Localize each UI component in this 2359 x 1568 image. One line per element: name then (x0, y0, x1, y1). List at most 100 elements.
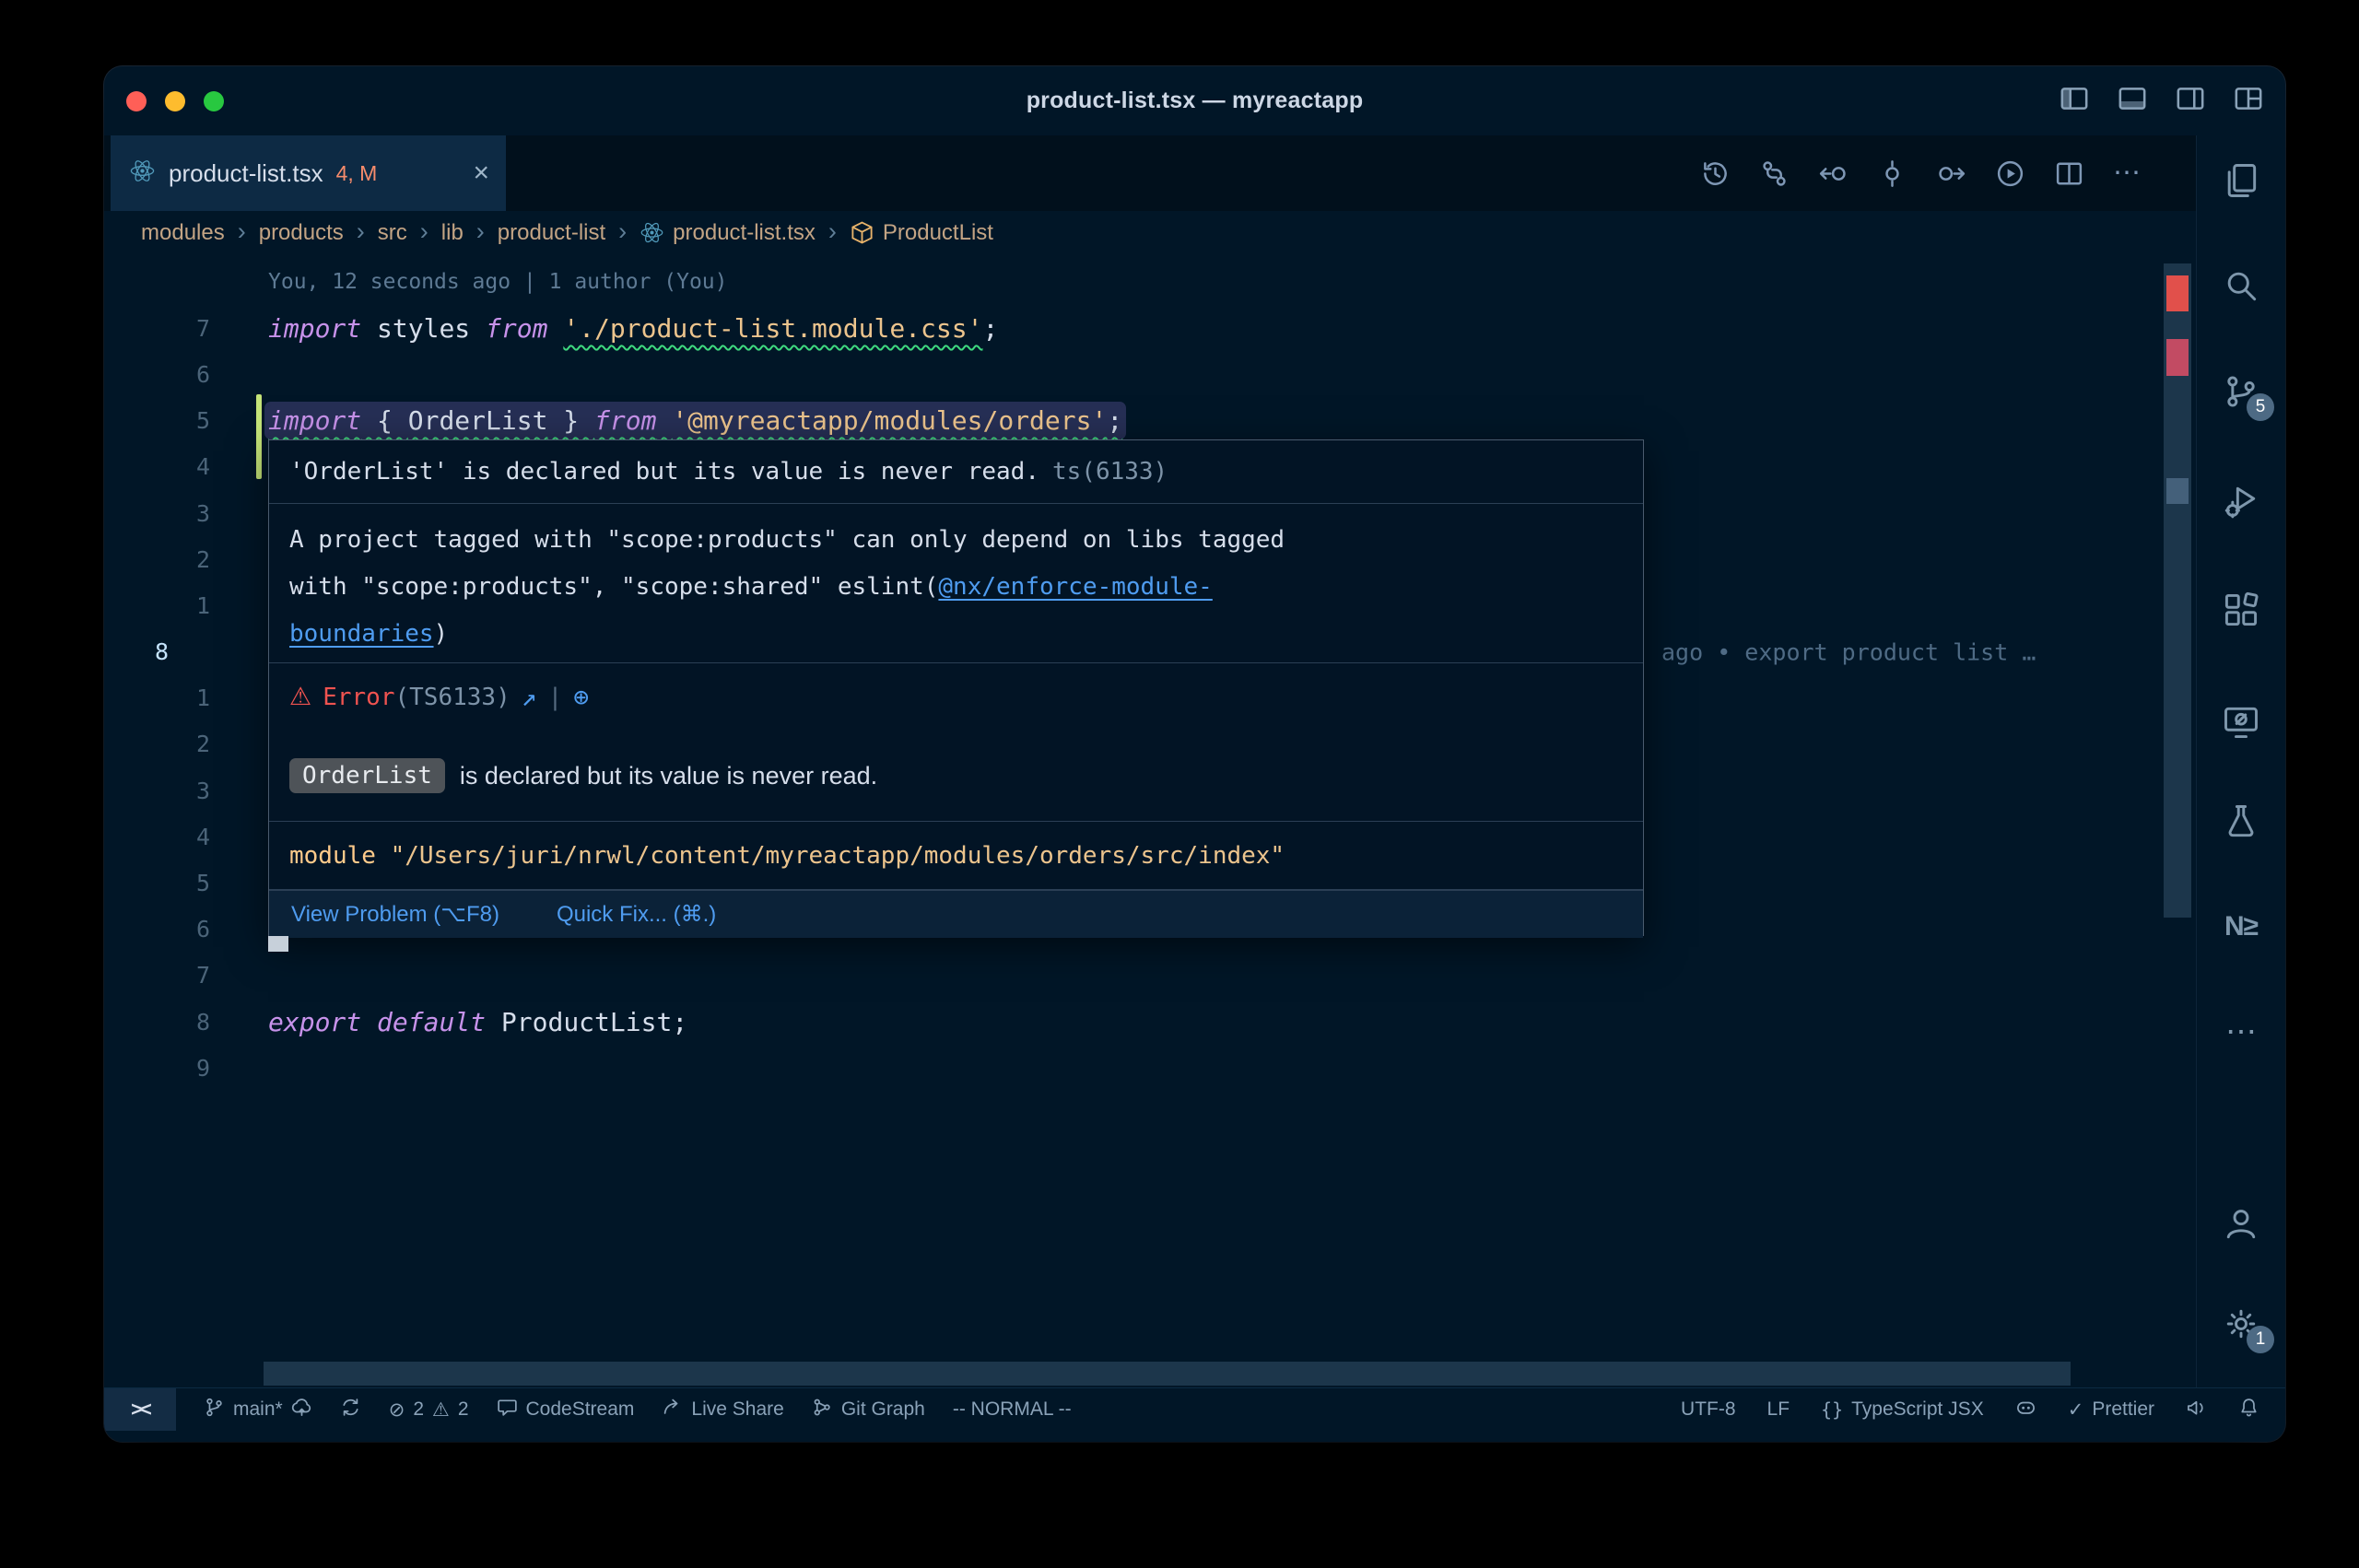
open-previous-change-icon[interactable] (1818, 158, 1848, 189)
notifications-item[interactable] (2238, 1397, 2259, 1423)
run-file-icon[interactable] (1995, 158, 2025, 189)
hover-tooltip: 'OrderList' is declared but its value is… (268, 439, 1644, 936)
eslint-rule-link[interactable]: boundaries (289, 620, 434, 648)
check-icon: ✓ (2068, 1398, 2084, 1421)
additional-views-icon[interactable]: ⋯ (2197, 995, 2285, 1069)
settings-gear-icon[interactable]: 1 (2197, 1287, 2285, 1361)
breadcrumb-item-product-list[interactable]: product-list (498, 220, 605, 246)
customize-layout-icon[interactable] (2233, 83, 2264, 119)
globe-icon[interactable]: ⊕ (573, 682, 589, 712)
split-editor-icon[interactable] (2054, 158, 2084, 189)
git-compare-icon[interactable] (1759, 158, 1790, 189)
language-mode-item[interactable]: {} TypeScript JSX (1821, 1398, 1984, 1421)
breadcrumb-separator: › (238, 217, 246, 246)
explorer-icon[interactable] (2197, 144, 2285, 217)
live-share-item[interactable]: Live Share (662, 1397, 783, 1423)
encoding-item[interactable]: UTF-8 (1681, 1398, 1736, 1421)
open-changes-icon[interactable] (1877, 158, 1907, 189)
view-problem-link[interactable]: View Problem (⌥F8) (291, 901, 499, 928)
module-path: "/Users/juri/nrwl/content/myreactapp/mod… (376, 842, 1285, 870)
code-row[interactable]: 6 (104, 351, 2196, 397)
search-icon[interactable] (2197, 249, 2285, 322)
settings-badge: 1 (2247, 1326, 2274, 1353)
toggle-panel-icon[interactable] (2117, 83, 2148, 119)
git-graph-item[interactable]: Git Graph (812, 1397, 925, 1423)
titlebar: product-list.tsx — myreactapp (104, 66, 2285, 135)
hover-resize-grip[interactable] (268, 936, 288, 952)
nx-console-icon[interactable]: N≥ (2197, 890, 2285, 964)
problems-item[interactable]: ⊘ 2 ⚠ 2 (389, 1398, 469, 1421)
tab-product-list[interactable]: product-list.tsx 4, M × (111, 135, 506, 211)
eslint-rule-link[interactable]: @nx/enforce-module- (938, 573, 1212, 601)
codestream-item[interactable]: CodeStream (497, 1397, 635, 1423)
symbol-chip: OrderList (289, 758, 445, 793)
window-body: product-list.tsx 4, M × (104, 135, 2285, 1387)
line-number: 1 (104, 685, 210, 711)
vim-mode-indicator[interactable]: -- NORMAL -- (953, 1398, 1072, 1421)
code-row[interactable]: 7 (104, 953, 2196, 999)
external-link-icon[interactable]: ↗ (522, 682, 537, 712)
line-number: 9 (104, 1055, 210, 1082)
module-keyword: module (289, 842, 376, 870)
symbol-cube-icon (850, 220, 874, 245)
blame-annotation-row[interactable]: You, 12 seconds ago | 1 author (You) (104, 259, 2196, 305)
prettier-item[interactable]: ✓ Prettier (2068, 1398, 2154, 1421)
breadcrumb-item-file[interactable]: product-list.tsx (640, 220, 816, 246)
activity-bar: 5 N≥ ⋯ (2196, 135, 2285, 1387)
errors-count: 2 (413, 1398, 424, 1421)
line-number: 5 (104, 870, 210, 896)
breadcrumb-item-src[interactable]: src (378, 220, 407, 246)
code-text: import { OrderList } from '@myreactapp/m… (268, 405, 1122, 436)
error-label: Error (323, 684, 394, 711)
feedback-item[interactable] (2186, 1397, 2207, 1423)
extensions-icon[interactable] (2197, 573, 2285, 647)
ts-diagnostic: 'OrderList' is declared but its value is… (269, 440, 1643, 503)
eslint-message-line-1: A project tagged with "scope:products" c… (289, 517, 1623, 564)
breadcrumb-item-lib[interactable]: lib (441, 220, 464, 246)
ts-diagnostic-message: 'OrderList' is declared but its value is… (289, 458, 1039, 486)
git-graph-icon (812, 1397, 833, 1423)
timeline-history-icon[interactable] (1700, 158, 1731, 189)
inline-blame: ago • export product list … (1661, 638, 2036, 665)
braces-icon: {} (1821, 1398, 1843, 1421)
copilot-item[interactable] (2015, 1397, 2036, 1423)
toggle-primary-sidebar-icon[interactable] (2059, 83, 2090, 119)
git-branch-icon (204, 1397, 225, 1423)
run-and-debug-icon[interactable] (2197, 464, 2285, 538)
eol-item[interactable]: LF (1767, 1398, 1790, 1421)
code-row[interactable]: 7import styles from './product-list.modu… (104, 305, 2196, 351)
open-next-change-icon[interactable] (1936, 158, 1966, 189)
code-row[interactable]: 9 (104, 1045, 2196, 1091)
feedback-megaphone-icon (2186, 1397, 2207, 1423)
source-control-icon[interactable]: 5 (2197, 355, 2285, 428)
more-actions-icon[interactable]: ⋯ (2113, 159, 2141, 187)
toggle-secondary-sidebar-icon[interactable] (2175, 83, 2206, 119)
layout-controls (2059, 66, 2264, 135)
breadcrumb-item-symbol[interactable]: ProductList (850, 220, 993, 246)
eslint-message-line-2: with "scope:products", "scope:shared" es… (289, 564, 1623, 611)
scm-badge: 5 (2247, 393, 2274, 421)
horizontal-scrollbar[interactable] (264, 1362, 2071, 1386)
code-row[interactable]: 8export default ProductList; (104, 999, 2196, 1045)
line-number: 8 (104, 638, 210, 665)
code-text: export default ProductList; (268, 1007, 687, 1037)
code-row[interactable]: 5import { OrderList } from '@myreactapp/… (104, 398, 2196, 444)
notifications-bell-icon (2238, 1397, 2259, 1423)
testing-beaker-icon[interactable] (2197, 785, 2285, 859)
breadcrumb-separator: › (476, 217, 485, 246)
breadcrumb-item-modules[interactable]: modules (141, 220, 225, 246)
git-branch-item[interactable]: main* (204, 1397, 312, 1423)
cloud-upload-icon (291, 1397, 312, 1423)
editor-group: product-list.tsx 4, M × (104, 135, 2196, 1387)
vscode-window: product-list.tsx — myreactapp (104, 66, 2285, 1442)
remote-explorer-icon[interactable] (2197, 685, 2285, 759)
accounts-icon[interactable] (2197, 1187, 2285, 1260)
sync-status-item[interactable] (340, 1397, 361, 1423)
remote-indicator[interactable]: >< (104, 1388, 176, 1431)
line-number: 1 (104, 592, 210, 619)
quick-fix-link[interactable]: Quick Fix... (⌘.) (557, 901, 716, 928)
tab-close-icon[interactable]: × (473, 159, 489, 187)
status-bar: >< main* ⊘ (104, 1387, 2285, 1431)
overview-error-mark (2166, 275, 2189, 311)
breadcrumb-item-products[interactable]: products (259, 220, 344, 246)
